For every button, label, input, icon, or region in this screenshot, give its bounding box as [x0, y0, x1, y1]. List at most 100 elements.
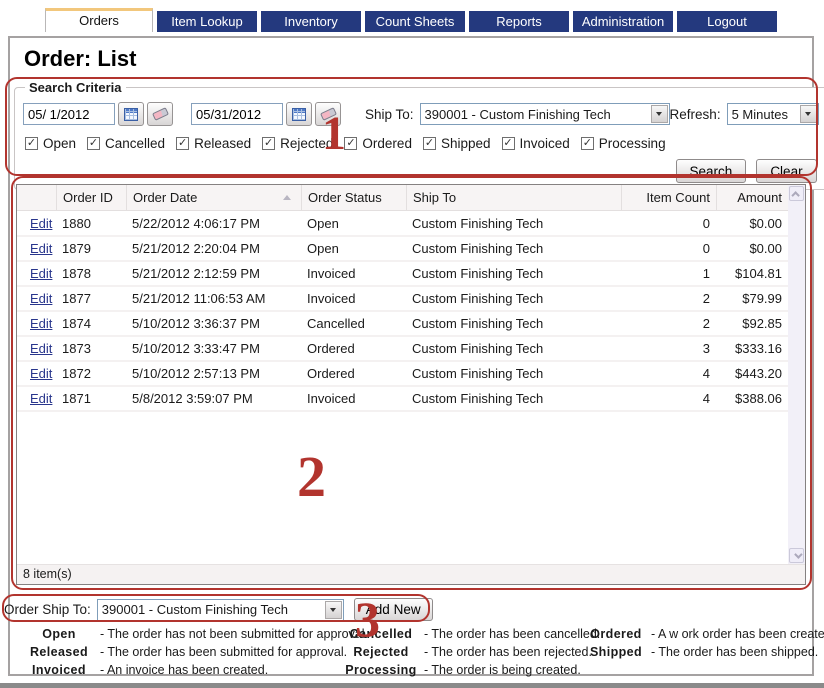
order-status-cell: Ordered: [301, 362, 406, 385]
search-button[interactable]: Search: [676, 159, 747, 183]
date-from-input[interactable]: [23, 103, 115, 125]
checkbox-ordered[interactable]: ✓Ordered: [344, 136, 412, 151]
order-date-cell: 5/21/2012 11:06:53 AM: [126, 287, 301, 310]
checkbox-rejected[interactable]: ✓Rejected: [262, 136, 333, 151]
tab-inventory[interactable]: Inventory: [261, 11, 361, 32]
clear-button[interactable]: Clear: [756, 159, 816, 183]
date-from-calendar-button[interactable]: [118, 102, 144, 126]
edit-link[interactable]: Edit: [30, 266, 52, 281]
legend-item: Processing- The order is being created.: [342, 663, 600, 677]
legend-item: Invoiced - An invoice has been created.: [22, 663, 368, 677]
item-count-cell: 4: [621, 362, 716, 385]
column-header-item-count[interactable]: Item Count: [621, 185, 716, 210]
scroll-up-button[interactable]: [789, 186, 804, 201]
legend-item: Cancelled- The order has been cancelled.: [342, 627, 600, 641]
column-header-amount[interactable]: Amount: [716, 185, 788, 210]
legend-description: - The order is being created.: [424, 663, 581, 677]
tab-administration[interactable]: Administration: [573, 11, 673, 32]
legend-item: Ordered- A w ork order has been created.: [585, 627, 824, 641]
checkbox-icon: ✓: [87, 137, 100, 150]
legend-term: Ordered: [585, 627, 647, 641]
legend-item: Rejected- The order has been rejected.: [342, 645, 600, 659]
legend-term: Invoiced: [22, 663, 96, 677]
legend-description: - An invoice has been created.: [100, 663, 268, 677]
edit-link[interactable]: Edit: [30, 241, 52, 256]
chevron-up-icon: [791, 191, 799, 199]
search-criteria-legend: Search Criteria: [25, 80, 126, 95]
date-from-clear-button[interactable]: [147, 102, 173, 126]
edit-cell: Edit: [17, 387, 56, 410]
refresh-select[interactable]: 5 Minutes: [727, 103, 819, 125]
edit-link[interactable]: Edit: [30, 216, 52, 231]
calendar-icon: [292, 108, 306, 121]
page-title: Order: List: [24, 46, 136, 72]
date-to-clear-button[interactable]: [315, 102, 341, 126]
bottom-divider-bar: [0, 683, 824, 688]
amount-cell: $443.20: [716, 362, 788, 385]
item-count-cell: 0: [621, 212, 716, 235]
item-count-cell: 2: [621, 312, 716, 335]
edit-cell: Edit: [17, 312, 56, 335]
checkbox-open[interactable]: ✓Open: [25, 136, 76, 151]
checkbox-icon: ✓: [262, 137, 275, 150]
ship-to-label: Ship To:: [365, 107, 414, 122]
tab-orders[interactable]: Orders: [45, 8, 153, 32]
sort-ascending-icon: [283, 195, 291, 200]
legend-item: Shipped- The order has been shipped.: [585, 645, 824, 659]
edit-cell: Edit: [17, 212, 56, 235]
order-ship-to-select[interactable]: 390001 - Custom Finishing Tech: [97, 599, 344, 621]
tab-bar: OrdersItem LookupInventoryCount SheetsRe…: [45, 8, 777, 32]
order-id-cell: 1878: [56, 262, 126, 285]
column-header-label: Order ID: [63, 190, 113, 205]
column-header-order-id[interactable]: Order ID: [56, 185, 126, 210]
item-count-cell: 3: [621, 337, 716, 360]
add-new-button[interactable]: Add New: [354, 598, 433, 621]
search-row-dates: Ship To: 390001 - Custom Finishing Tech …: [23, 102, 819, 126]
order-status-cell: Open: [301, 212, 406, 235]
scroll-down-button[interactable]: [789, 548, 804, 563]
amount-cell: $333.16: [716, 337, 788, 360]
table-row: Edit18775/21/2012 11:06:53 AMInvoicedCus…: [17, 287, 788, 312]
item-count-cell: 2: [621, 287, 716, 310]
tab-logout[interactable]: Logout: [677, 11, 777, 32]
order-date-cell: 5/10/2012 2:57:13 PM: [126, 362, 301, 385]
checkbox-icon: ✓: [581, 137, 594, 150]
edit-link[interactable]: Edit: [30, 366, 52, 381]
edit-link[interactable]: Edit: [30, 341, 52, 356]
edit-link[interactable]: Edit: [30, 316, 52, 331]
table-header: Order ID Order DateOrder StatusShip ToIte…: [17, 185, 788, 211]
checkbox-released[interactable]: ✓Released: [176, 136, 251, 151]
column-header-edit[interactable]: [17, 185, 56, 210]
checkbox-cancelled[interactable]: ✓Cancelled: [87, 136, 165, 151]
legend-term: Released: [22, 645, 96, 659]
checkbox-icon: ✓: [25, 137, 38, 150]
order-date-cell: 5/21/2012 2:20:04 PM: [126, 237, 301, 260]
checkbox-label: Invoiced: [520, 136, 570, 151]
checkbox-shipped[interactable]: ✓Shipped: [423, 136, 491, 151]
date-to-calendar-button[interactable]: [286, 102, 312, 126]
ship-to-select[interactable]: 390001 - Custom Finishing Tech: [420, 103, 670, 125]
tab-item-lookup[interactable]: Item Lookup: [157, 11, 257, 32]
checkbox-processing[interactable]: ✓Processing: [581, 136, 666, 151]
refresh-selected-value: 5 Minutes: [732, 107, 788, 122]
edit-link[interactable]: Edit: [30, 391, 52, 406]
vertical-scrollbar[interactable]: [788, 185, 805, 564]
order-status-cell: Cancelled: [301, 312, 406, 335]
search-buttons-row: Search Clear: [23, 159, 819, 183]
amount-cell: $0.00: [716, 212, 788, 235]
column-header-ship-to[interactable]: Ship To: [406, 185, 621, 210]
status-filter-row: ✓Open ✓Cancelled ✓Released ✓Rejected ✓Ordere…: [25, 136, 819, 151]
eraser-icon: [320, 107, 337, 121]
column-header-order-status[interactable]: Order Status: [301, 185, 406, 210]
edit-link[interactable]: Edit: [30, 291, 52, 306]
item-count-cell: 1: [621, 262, 716, 285]
order-id-cell: 1874: [56, 312, 126, 335]
column-header-order-date[interactable]: Order Date: [126, 185, 301, 210]
date-to-input[interactable]: [191, 103, 283, 125]
tab-count-sheets[interactable]: Count Sheets: [365, 11, 465, 32]
tab-reports[interactable]: Reports: [469, 11, 569, 32]
legend-description: - The order has been cancelled.: [424, 627, 600, 641]
legend-item: Released- The order has been submitted f…: [22, 645, 368, 659]
checkbox-invoiced[interactable]: ✓Invoiced: [502, 136, 570, 151]
ship-to-cell: Custom Finishing Tech: [406, 312, 621, 335]
